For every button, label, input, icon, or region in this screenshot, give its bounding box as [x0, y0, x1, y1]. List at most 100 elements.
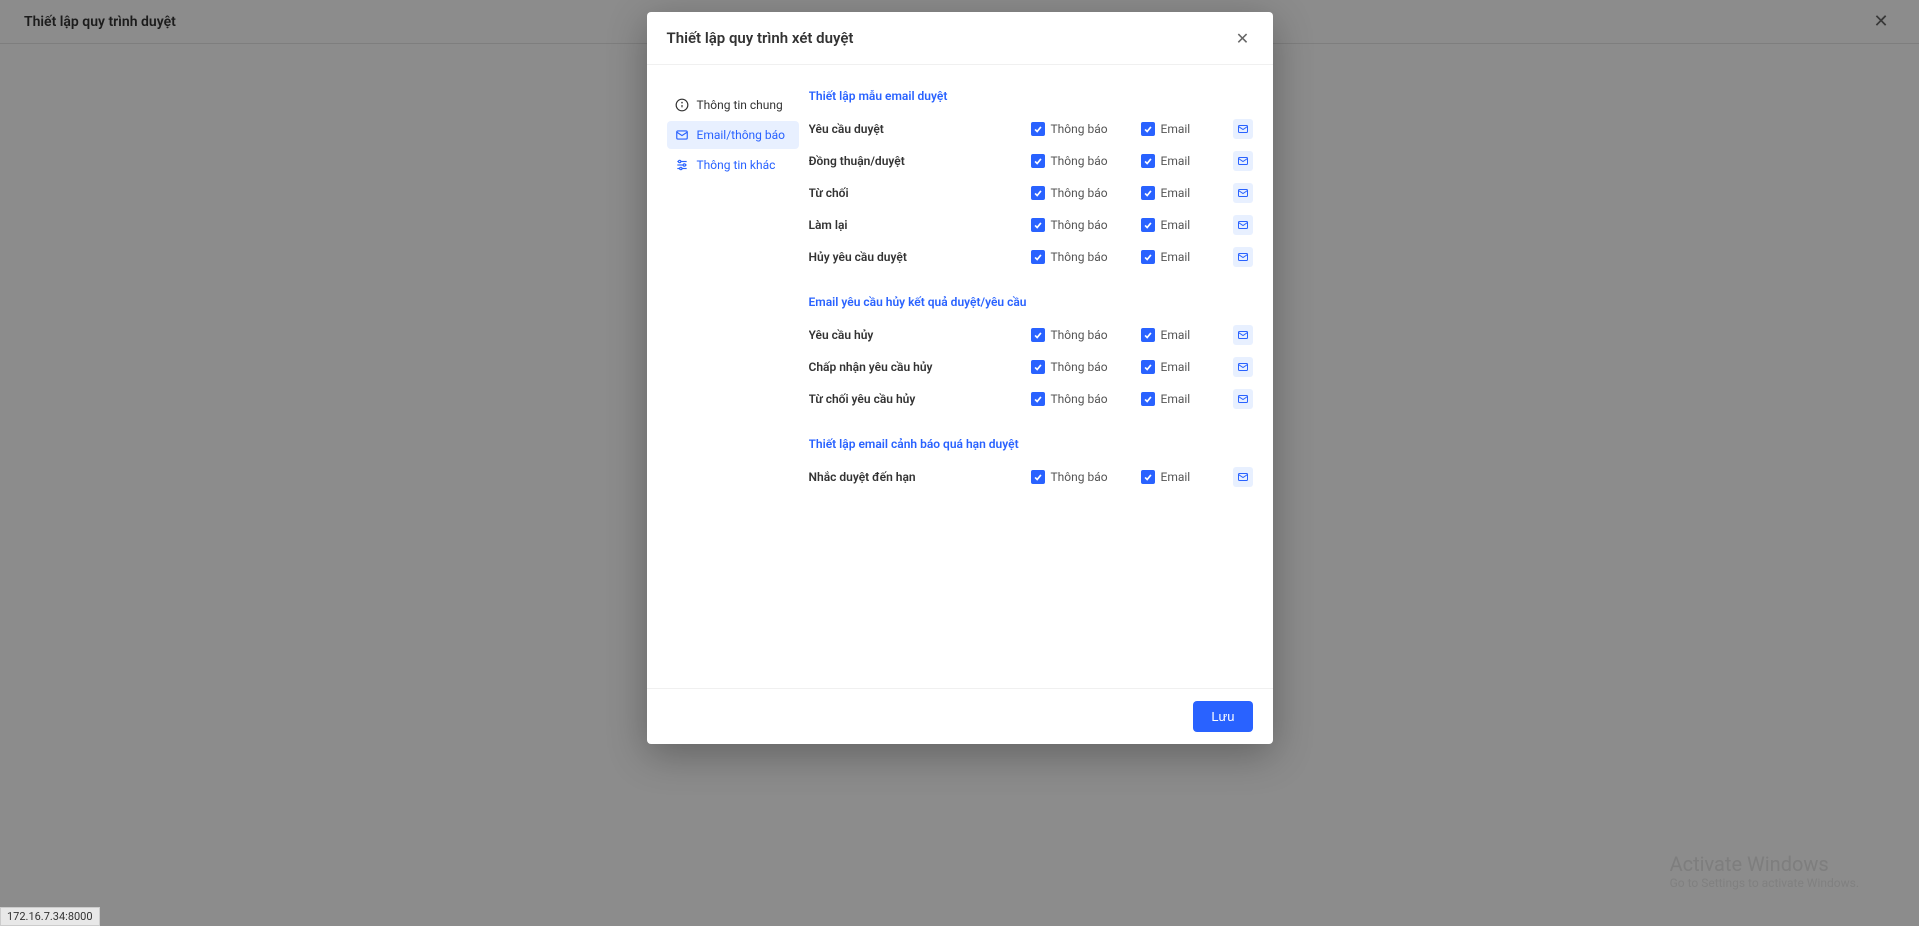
email-checkbox[interactable] — [1141, 186, 1155, 200]
notify-checkbox[interactable] — [1031, 392, 1045, 406]
setting-row: Đồng thuận/duyệt Thông báo Email — [809, 145, 1253, 177]
modal-content: Thiết lập mẫu email duyệt Yêu cầu duyệt Th… — [809, 65, 1273, 688]
modal-close-button[interactable]: ✕ — [1233, 28, 1253, 48]
row-label: Đồng thuận/duyệt — [809, 154, 1031, 168]
notify-label: Thông báo — [1051, 360, 1108, 374]
setting-row: Từ chối yêu cầu hủy Thông báo Email — [809, 383, 1253, 415]
mail-template-button[interactable] — [1233, 151, 1253, 171]
setting-row: Hủy yêu cầu duyệtThông báo Email — [809, 241, 1253, 273]
mail-template-button[interactable] — [1233, 467, 1253, 487]
email-group: Email — [1141, 360, 1211, 374]
notify-group: Thông báo — [1031, 186, 1141, 200]
modal-header: Thiết lập quy trình xét duyệt ✕ — [647, 12, 1273, 65]
section-title: Email yêu cầu hủy kết quả duyệt/yêu cầu — [809, 295, 1253, 309]
email-group: Email — [1141, 392, 1211, 406]
email-group: Email — [1141, 122, 1211, 136]
notify-checkbox[interactable] — [1031, 328, 1045, 342]
setting-row: Làm lạiThông báoEmail — [809, 209, 1253, 241]
notify-label: Thông báo — [1051, 122, 1108, 136]
info-icon — [675, 98, 689, 112]
modal-title: Thiết lập quy trình xét duyệt — [667, 29, 854, 47]
row-label: Yêu cầu duyệt — [809, 122, 1031, 136]
notify-checkbox[interactable] — [1031, 122, 1045, 136]
sliders-icon — [675, 158, 689, 172]
sidebar-item-general[interactable]: Thông tin chung — [667, 91, 799, 119]
notify-checkbox[interactable] — [1031, 250, 1045, 264]
email-checkbox[interactable] — [1141, 470, 1155, 484]
section: Thiết lập email cảnh báo quá hạn duyệt Nh… — [809, 437, 1253, 493]
notify-group: Thông báo — [1031, 154, 1141, 168]
email-checkbox[interactable] — [1141, 250, 1155, 264]
sidebar-item-label: Email/thông báo — [697, 128, 786, 142]
notify-label: Thông báo — [1051, 218, 1108, 232]
email-group: Email — [1141, 218, 1211, 232]
setting-row: Chấp nhận yêu cầu hủy Thông báo Email — [809, 351, 1253, 383]
notify-label: Thông báo — [1051, 328, 1108, 342]
modal-sidebar: Thông tin chung Email/thông báo Thông ti… — [647, 65, 809, 688]
section: Thiết lập mẫu email duyệt Yêu cầu duyệt Th… — [809, 89, 1253, 273]
email-group: Email — [1141, 250, 1211, 264]
save-button[interactable]: Lưu — [1193, 701, 1252, 732]
email-checkbox[interactable] — [1141, 392, 1155, 406]
notify-label: Thông báo — [1051, 392, 1108, 406]
email-group: Email — [1141, 328, 1211, 342]
email-label: Email — [1161, 392, 1191, 406]
notify-checkbox[interactable] — [1031, 218, 1045, 232]
mail-template-button[interactable] — [1233, 357, 1253, 377]
sidebar-item-other[interactable]: Thông tin khác — [667, 151, 799, 179]
mail-icon — [675, 128, 689, 142]
mail-template-button[interactable] — [1233, 389, 1253, 409]
notify-checkbox[interactable] — [1031, 360, 1045, 374]
notify-label: Thông báo — [1051, 154, 1108, 168]
email-checkbox[interactable] — [1141, 328, 1155, 342]
sidebar-item-label: Thông tin khác — [697, 158, 776, 172]
sidebar-item-label: Thông tin chung — [697, 98, 783, 112]
row-label: Từ chối yêu cầu hủy — [809, 392, 1031, 406]
email-group: Email — [1141, 186, 1211, 200]
row-label: Từ chối — [809, 186, 1031, 200]
notify-group: Thông báo — [1031, 250, 1141, 264]
row-label: Nhắc duyệt đến hạn — [809, 470, 1031, 484]
email-label: Email — [1161, 470, 1191, 484]
notify-group: Thông báo — [1031, 392, 1141, 406]
mail-template-button[interactable] — [1233, 247, 1253, 267]
notify-checkbox[interactable] — [1031, 186, 1045, 200]
notify-group: Thông báo — [1031, 360, 1141, 374]
email-group: Email — [1141, 154, 1211, 168]
email-checkbox[interactable] — [1141, 360, 1155, 374]
email-checkbox[interactable] — [1141, 122, 1155, 136]
email-label: Email — [1161, 122, 1191, 136]
notify-checkbox[interactable] — [1031, 154, 1045, 168]
email-label: Email — [1161, 186, 1191, 200]
modal: Thiết lập quy trình xét duyệt ✕ Thông ti… — [647, 12, 1273, 744]
sidebar-item-email[interactable]: Email/thông báo — [667, 121, 799, 149]
email-label: Email — [1161, 218, 1191, 232]
row-label: Hủy yêu cầu duyệt — [809, 250, 1031, 264]
row-label: Chấp nhận yêu cầu hủy — [809, 360, 1031, 374]
section-title: Thiết lập email cảnh báo quá hạn duyệt — [809, 437, 1253, 451]
setting-row: Nhắc duyệt đến hạn Thông báo Email — [809, 461, 1253, 493]
notify-group: Thông báo — [1031, 470, 1141, 484]
email-label: Email — [1161, 154, 1191, 168]
notify-group: Thông báo — [1031, 218, 1141, 232]
email-label: Email — [1161, 250, 1191, 264]
status-bar: 172.16.7.34:8000 — [0, 907, 100, 926]
mail-template-button[interactable] — [1233, 325, 1253, 345]
notify-label: Thông báo — [1051, 186, 1108, 200]
section-title: Thiết lập mẫu email duyệt — [809, 89, 1253, 103]
notify-group: Thông báo — [1031, 328, 1141, 342]
setting-row: Từ chối Thông báo Email — [809, 177, 1253, 209]
email-label: Email — [1161, 328, 1191, 342]
notify-label: Thông báo — [1051, 470, 1108, 484]
mail-template-button[interactable] — [1233, 183, 1253, 203]
row-label: Yêu cầu hủy — [809, 328, 1031, 342]
mail-template-button[interactable] — [1233, 215, 1253, 235]
setting-row: Yêu cầu duyệt Thông báo Email — [809, 113, 1253, 145]
setting-row: Yêu cầu hủy Thông báo Email — [809, 319, 1253, 351]
email-checkbox[interactable] — [1141, 218, 1155, 232]
mail-template-button[interactable] — [1233, 119, 1253, 139]
modal-footer: Lưu — [647, 688, 1273, 744]
notify-checkbox[interactable] — [1031, 470, 1045, 484]
email-checkbox[interactable] — [1141, 154, 1155, 168]
notify-group: Thông báo — [1031, 122, 1141, 136]
